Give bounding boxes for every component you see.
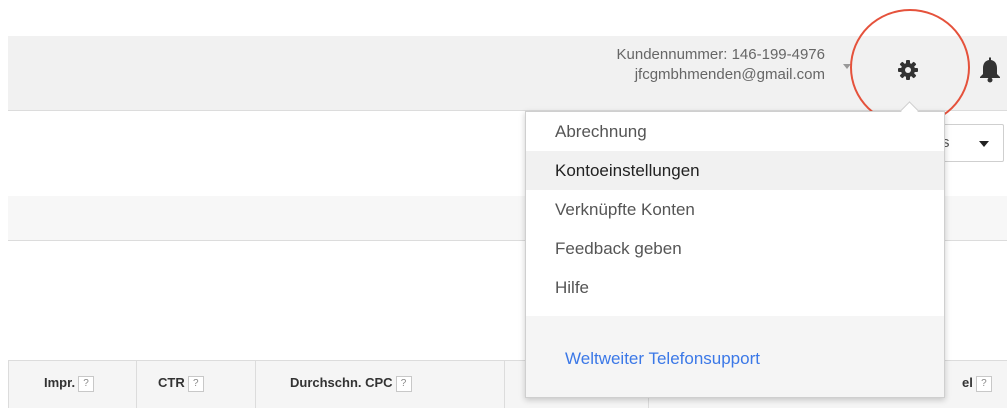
date-range-dropdown[interactable]: s bbox=[938, 124, 1004, 162]
menu-item-feedback[interactable]: Feedback geben bbox=[526, 229, 944, 268]
column-header-partial[interactable]: el? bbox=[962, 375, 992, 392]
help-icon[interactable]: ? bbox=[187, 376, 204, 392]
column-header-avg-cpc[interactable]: Durchschn. CPC? bbox=[290, 375, 412, 392]
help-icon[interactable]: ? bbox=[395, 376, 412, 392]
customer-number: Kundennummer: 146-199-4976 bbox=[616, 46, 825, 63]
menu-item-account-settings[interactable]: Kontoeinstellungen bbox=[526, 151, 944, 190]
column-header-ctr[interactable]: CTR? bbox=[158, 375, 204, 392]
menu-item-billing[interactable]: Abrechnung bbox=[526, 112, 944, 151]
column-divider bbox=[136, 361, 137, 408]
menu-footer: Weltweiter Telefonsupport bbox=[526, 316, 944, 397]
help-icon[interactable]: ? bbox=[78, 376, 95, 392]
settings-menu: Abrechnung Kontoeinstellungen Verknüpfte… bbox=[525, 111, 945, 398]
phone-support-link[interactable]: Weltweiter Telefonsupport bbox=[565, 349, 760, 369]
menu-item-linked-accounts[interactable]: Verknüpfte Konten bbox=[526, 190, 944, 229]
help-icon[interactable]: ? bbox=[975, 376, 992, 392]
bell-icon[interactable] bbox=[976, 56, 1004, 84]
account-info[interactable]: Kundennummer: 146-199-4976 jfcgmbhmenden… bbox=[617, 45, 825, 85]
column-header-impressions[interactable]: Impr.? bbox=[44, 375, 95, 392]
account-email: jfcgmbhmenden@gmail.com bbox=[634, 66, 825, 83]
column-divider bbox=[255, 361, 256, 408]
column-divider bbox=[8, 361, 9, 408]
column-divider bbox=[504, 361, 505, 408]
menu-item-help[interactable]: Hilfe bbox=[526, 268, 944, 307]
caret-down-icon bbox=[979, 141, 989, 147]
